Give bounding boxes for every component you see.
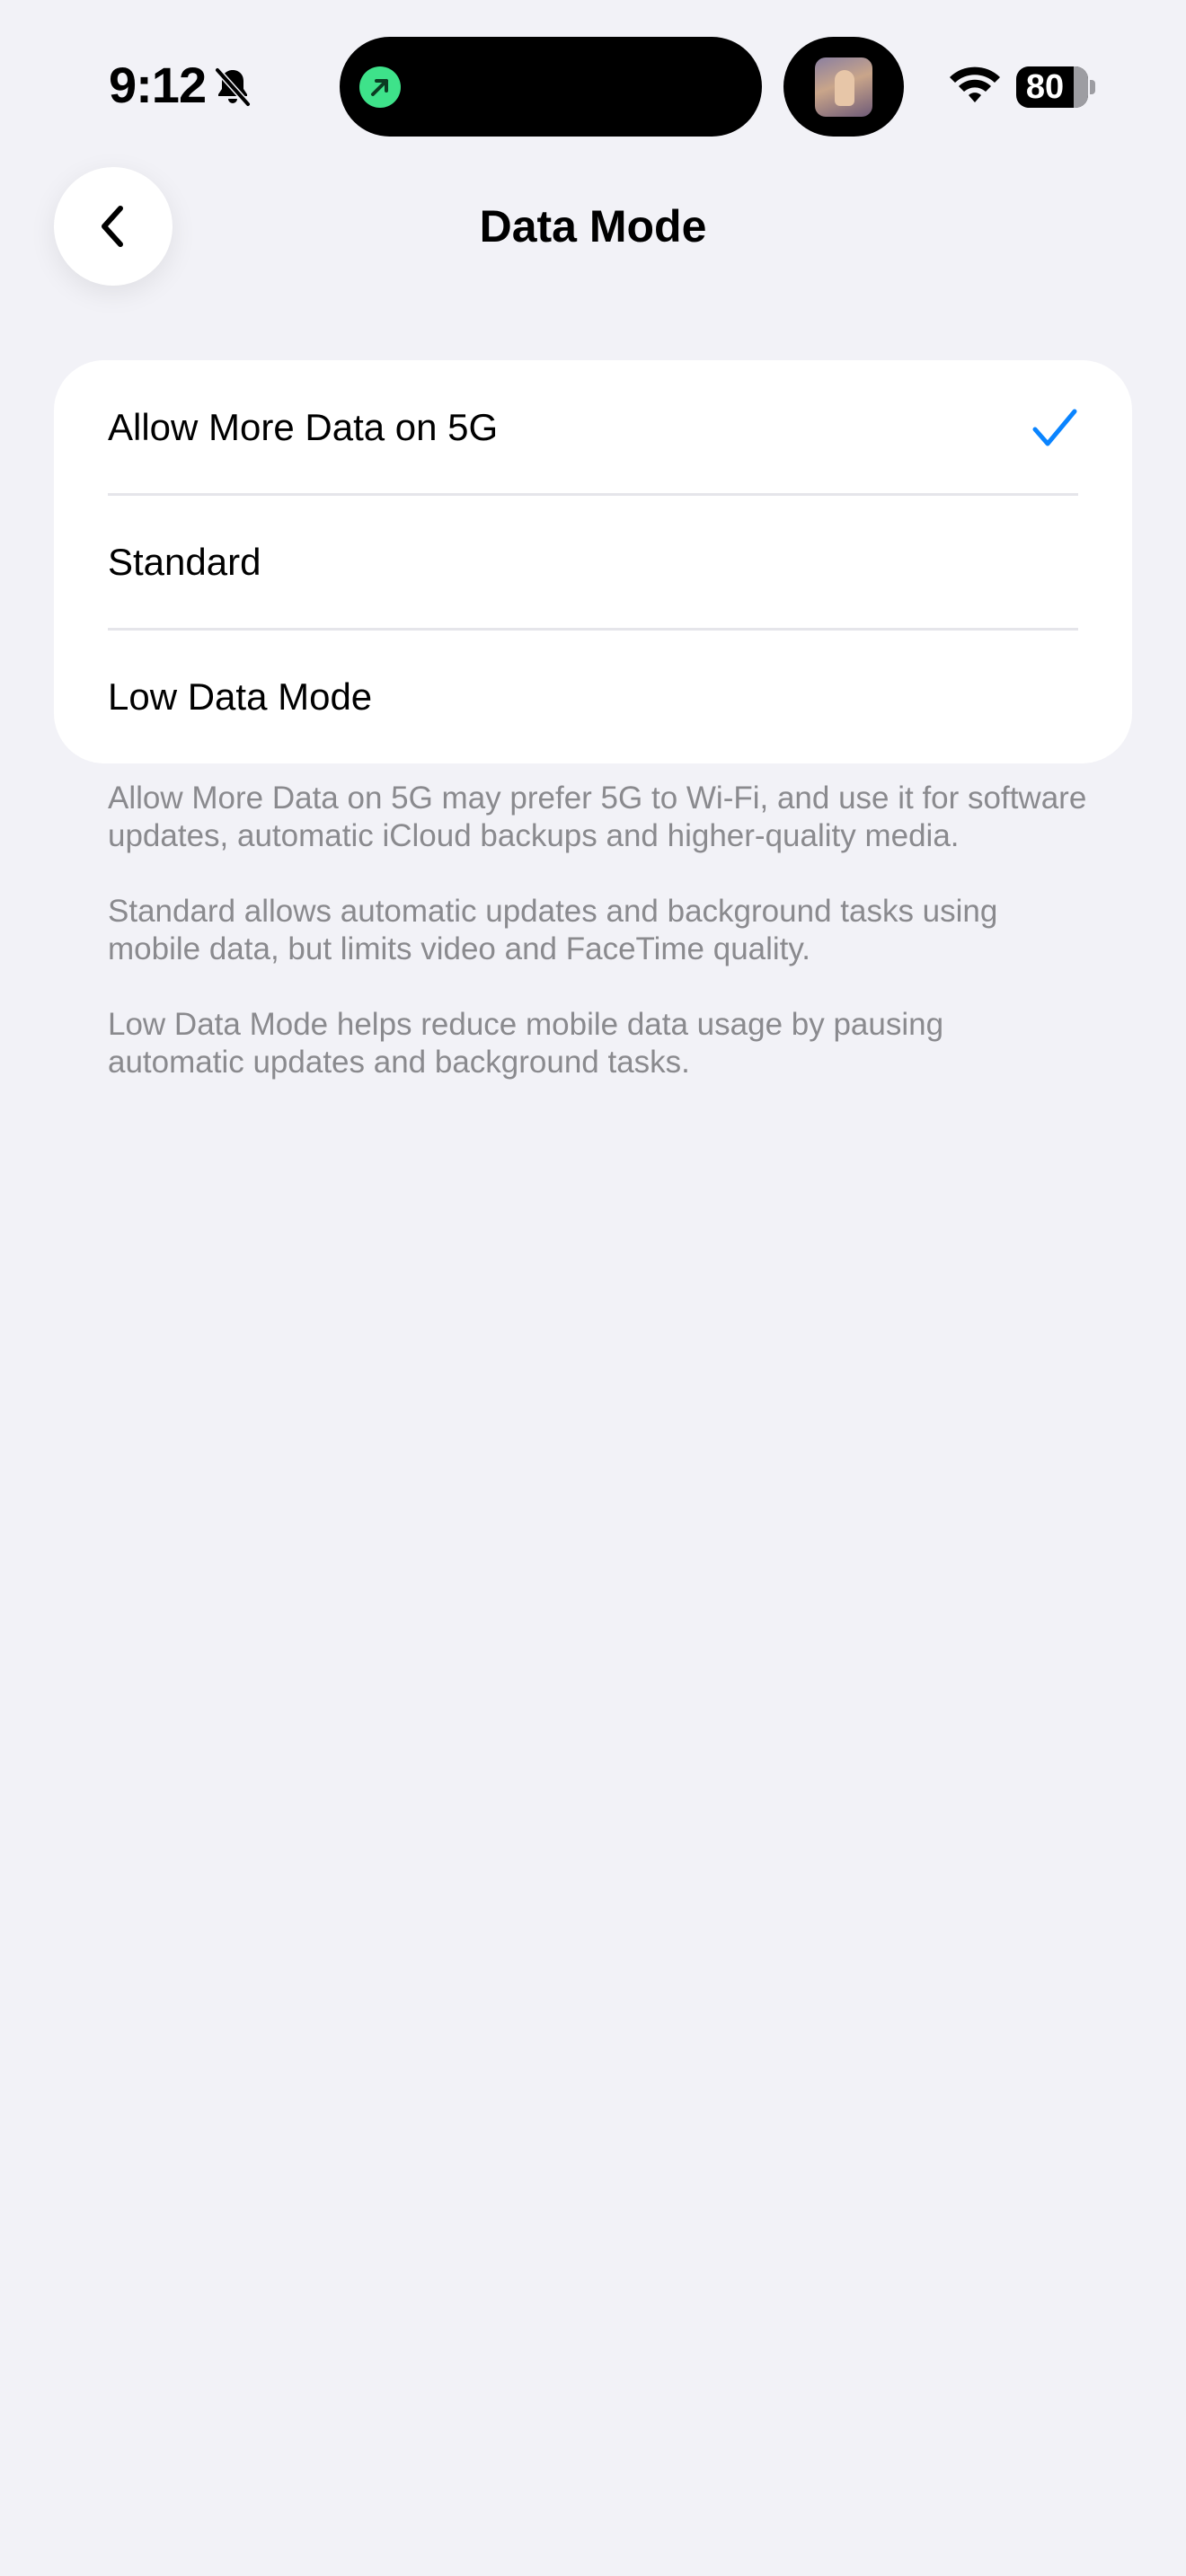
- option-allow-more-data-5g[interactable]: Allow More Data on 5G: [54, 360, 1132, 495]
- now-playing-island[interactable]: [783, 37, 904, 137]
- status-time: 9:12: [109, 57, 207, 113]
- wifi-icon: [950, 66, 1000, 102]
- option-label: Standard: [108, 541, 261, 583]
- battery-level: 80: [1025, 68, 1065, 106]
- bell-slash-icon: [214, 66, 252, 108]
- data-mode-options: Allow More Data on 5G Standard Low Data …: [54, 360, 1132, 763]
- option-label: Low Data Mode: [108, 675, 373, 718]
- album-art-thumbnail: [815, 57, 872, 117]
- location-arrow-icon: [359, 66, 401, 108]
- note-low-data-mode: Low Data Mode helps reduce mobile data u…: [108, 1007, 944, 1080]
- dynamic-island[interactable]: [340, 37, 762, 137]
- option-label: Allow More Data on 5G: [108, 406, 499, 448]
- note-allow-more-data: Allow More Data on 5G may prefer 5G to W…: [108, 781, 1087, 853]
- screen: 9:12 80 Data Mode Allow More Data on 5G …: [0, 0, 1186, 2576]
- note-standard: Standard allows automatic updates and ba…: [108, 894, 998, 966]
- battery-cap: [1090, 80, 1095, 94]
- battery-icon: 80: [1016, 66, 1088, 108]
- page-title: Data Mode: [479, 201, 707, 251]
- checkmark-icon: [1032, 409, 1077, 446]
- footer-notes: Allow More Data on 5G may prefer 5G to W…: [108, 780, 1087, 1119]
- option-standard[interactable]: Standard: [54, 495, 1132, 630]
- option-low-data-mode[interactable]: Low Data Mode: [54, 630, 1132, 763]
